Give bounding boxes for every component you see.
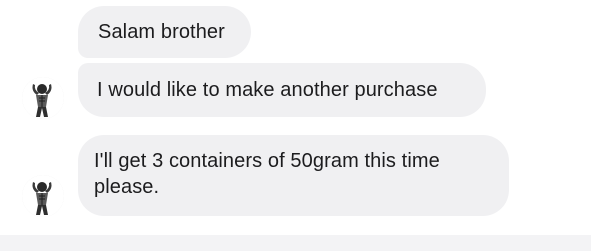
message-text: I would like to make another purchase bbox=[97, 79, 438, 101]
chat-thread: Salam brother I would like to make anoth… bbox=[0, 0, 591, 235]
bodybuilder-avatar-icon bbox=[22, 77, 64, 119]
sender-avatar[interactable] bbox=[22, 175, 64, 217]
message-bubble[interactable]: I'll get 3 containers of 50gram this tim… bbox=[78, 135, 509, 216]
message-bubble[interactable]: Salam brother bbox=[78, 6, 251, 58]
composer-area bbox=[0, 235, 591, 251]
message-text: Salam brother bbox=[98, 21, 225, 43]
sender-avatar[interactable] bbox=[22, 77, 64, 119]
message-bubble[interactable]: I would like to make another purchase bbox=[78, 63, 486, 117]
message-text: I'll get 3 containers of 50gram this tim… bbox=[94, 150, 440, 198]
bodybuilder-avatar-icon bbox=[22, 175, 64, 217]
